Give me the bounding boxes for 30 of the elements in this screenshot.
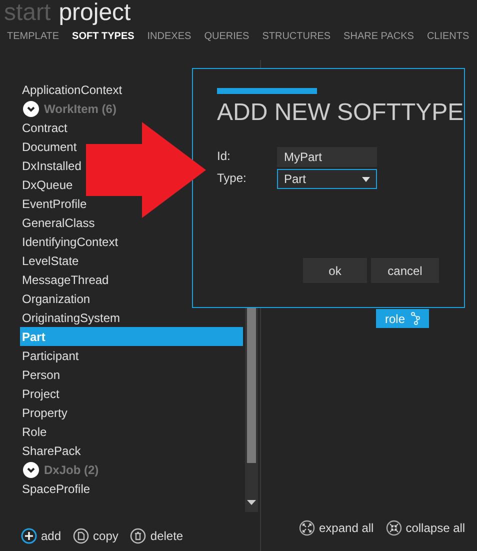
list-item[interactable]: OriginatingSystem <box>20 308 243 327</box>
tab[interactable]: SOFT TYPES <box>72 28 134 44</box>
group-header: WorkItem (6) <box>44 100 116 118</box>
action-button[interactable]: copy <box>73 527 118 545</box>
list-item[interactable]: Role <box>20 422 243 441</box>
id-field[interactable]: MyPart <box>277 147 377 167</box>
page-title: project <box>58 0 131 26</box>
cancel-button[interactable]: cancel <box>371 258 439 283</box>
list-item[interactable]: SharePack <box>20 441 243 460</box>
field-label: Id: <box>217 148 230 165</box>
list-item[interactable]: SpaceProfile <box>20 479 243 498</box>
list-item[interactable]: Participant <box>20 346 243 365</box>
type-dropdown[interactable]: Part <box>277 169 377 189</box>
list-item[interactable]: Project <box>20 384 243 403</box>
action-button[interactable]: expand all <box>299 519 374 537</box>
action-button[interactable]: collapse all <box>386 519 466 537</box>
action-button[interactable]: delete <box>130 527 184 545</box>
action-button[interactable]: add <box>21 527 62 545</box>
tab[interactable]: TEMPLATE <box>7 28 60 44</box>
tab[interactable]: STRUCTURES <box>262 28 331 44</box>
tab[interactable]: CLIENTS <box>426 28 470 44</box>
ok-button[interactable]: ok <box>303 258 367 283</box>
field-label: Type: <box>217 170 246 187</box>
dialog-title: ADD NEW SOFTTYPE <box>217 98 464 128</box>
list-item[interactable]: Person <box>20 365 243 384</box>
list-item[interactable]: Property <box>20 403 243 422</box>
tab[interactable]: INDEXES <box>147 28 192 44</box>
tab[interactable]: SHARE PACKS <box>344 28 414 44</box>
tab[interactable]: QUERIES <box>204 28 250 44</box>
group-header: DxJob (2) <box>44 462 99 478</box>
